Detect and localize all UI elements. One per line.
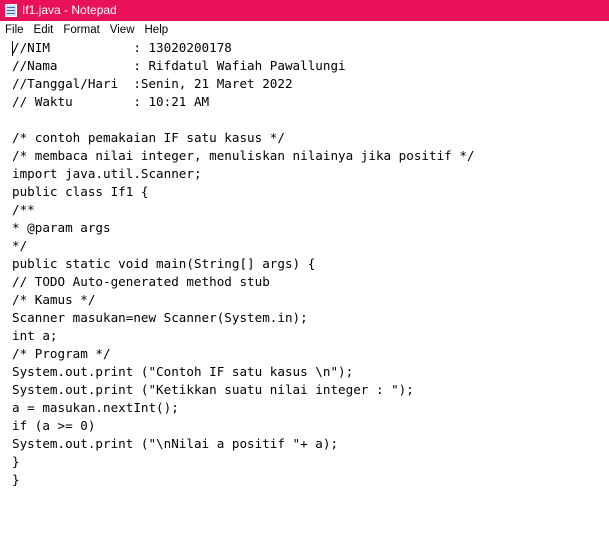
code-line: * @param args <box>12 220 111 235</box>
code-line: /** <box>12 202 35 217</box>
menu-bar: File Edit Format View Help <box>0 21 609 39</box>
code-line: /* contoh pemakaian IF satu kasus */ <box>12 130 285 145</box>
notepad-window: If1.java - Notepad File Edit Format View… <box>0 0 609 536</box>
code-line: } <box>12 472 20 487</box>
code-line: System.out.print ("Ketikkan suatu nilai … <box>12 382 414 397</box>
title-bar[interactable]: If1.java - Notepad <box>0 0 609 21</box>
code-line: //NIM : 13020200178 <box>12 40 232 55</box>
window-title: If1.java - Notepad <box>22 3 117 17</box>
menu-format[interactable]: Format <box>58 21 104 39</box>
menu-edit[interactable]: Edit <box>29 21 59 39</box>
code-line: if (a >= 0) <box>12 418 96 433</box>
code-line: System.out.print ("Contoh IF satu kasus … <box>12 364 354 379</box>
code-line: a = masukan.nextInt(); <box>12 400 179 415</box>
code-line: //Nama : Rifdatul Wafiah Pawallungi <box>12 58 346 73</box>
code-line: int a; <box>12 328 58 343</box>
notepad-icon[interactable] <box>5 4 17 17</box>
text-caret <box>12 41 13 56</box>
code-line: //Tanggal/Hari :Senin, 21 Maret 2022 <box>12 76 293 91</box>
code-line: /* membaca nilai integer, menuliskan nil… <box>12 148 475 163</box>
code-line: */ <box>12 238 28 253</box>
menu-help[interactable]: Help <box>140 21 174 39</box>
menu-view[interactable]: View <box>105 21 140 39</box>
text-editor-area[interactable]: //NIM : 13020200178 //Nama : Rifdatul Waf… <box>0 39 609 536</box>
code-line: public class If1 { <box>12 184 149 199</box>
menu-file[interactable]: File <box>0 21 29 39</box>
code-line: Scanner masukan=new Scanner(System.in); <box>12 310 308 325</box>
code-line: // Waktu : 10:21 AM <box>12 94 210 109</box>
code-text: //NIM : 13020200178 //Nama : Rifdatul Waf… <box>12 39 475 489</box>
code-line: } <box>12 454 20 469</box>
code-line: public static void main(String[] args) { <box>12 256 316 271</box>
code-line: /* Kamus */ <box>12 292 96 307</box>
code-line: /* Program */ <box>12 346 111 361</box>
code-line: import java.util.Scanner; <box>12 166 202 181</box>
code-line: // TODO Auto-generated method stub <box>12 274 270 289</box>
code-line: System.out.print ("\nNilai a positif "+ … <box>12 436 339 451</box>
